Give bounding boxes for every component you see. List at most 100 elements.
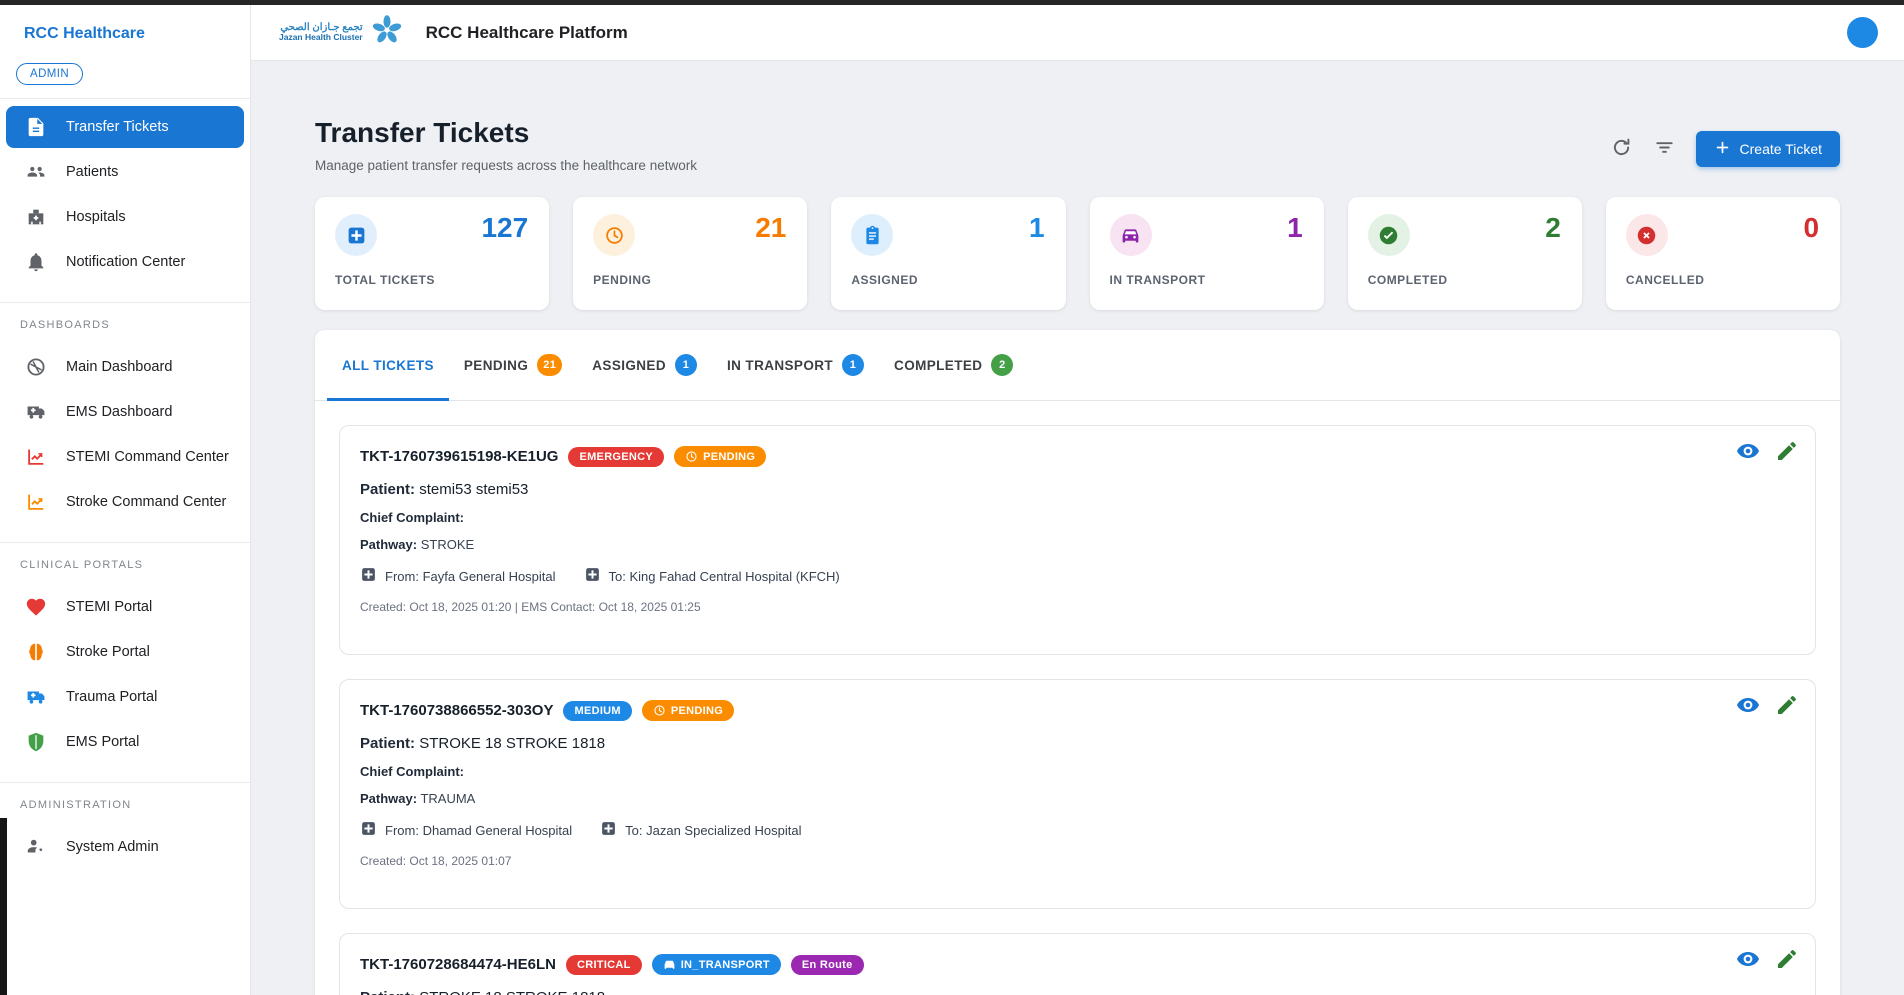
sidebar-item-trauma-portal[interactable]: Trauma Portal (6, 676, 244, 718)
sidebar-item-ems-portal[interactable]: EMS Portal (6, 721, 244, 763)
tab-label: PENDING (464, 358, 528, 373)
sidebar-item-stroke-portal[interactable]: Stroke Portal (6, 631, 244, 673)
ticket-badge-pending: PENDING (642, 700, 734, 721)
sidebar-item-transfer-tickets[interactable]: Transfer Tickets (6, 106, 244, 148)
ticket-card: TKT-1760739615198-KE1UGEMERGENCYPENDINGP… (339, 425, 1816, 655)
tab-label: IN TRANSPORT (727, 358, 833, 373)
ticket-badge-in-transport: IN_TRANSPORT (652, 954, 781, 975)
field-label: Chief Complaint: (360, 510, 464, 525)
chart-icon (25, 446, 47, 468)
stat-icon-circle (335, 214, 377, 256)
ticket-actions (1736, 439, 1799, 466)
sidebar-section-title: DASHBOARDS (0, 303, 250, 339)
sidebar-item-label: EMS Dashboard (66, 402, 172, 423)
sidebar-item-notification-center[interactable]: Notification Center (6, 241, 244, 283)
hospital-plus-icon (360, 566, 377, 583)
sidebar-item-label: Patients (66, 162, 118, 183)
edit-icon (1775, 693, 1799, 717)
sidebar-item-stroke-command-center[interactable]: Stroke Command Center (6, 481, 244, 523)
hospital-plus-icon (584, 566, 601, 583)
hospital-plus-icon (600, 820, 617, 837)
sidebar-item-stemi-portal[interactable]: STEMI Portal (6, 586, 244, 628)
field-value: STROKE (421, 537, 474, 552)
view-ticket-button[interactable] (1736, 693, 1760, 720)
field-label: From: (385, 569, 419, 584)
field-label: Pathway: (360, 537, 417, 552)
hospital-text: To: Jazan Specialized Hospital (625, 823, 801, 838)
view-ticket-button[interactable] (1736, 439, 1760, 466)
flower-logo-icon (370, 13, 404, 52)
top-header: تجمع جـازان الصحي Jazan Health Cluster R… (251, 0, 1904, 61)
tab-completed[interactable]: COMPLETED2 (879, 330, 1028, 400)
tab-pending[interactable]: PENDING21 (449, 330, 577, 400)
eye-icon (1736, 947, 1760, 971)
ticket-head: TKT-1760738866552-303OYMEDIUMPENDING (360, 700, 1795, 721)
sidebar-item-hospitals[interactable]: Hospitals (6, 196, 244, 238)
ticket-actions (1736, 693, 1799, 720)
eye-icon (1736, 693, 1760, 717)
tab-all-tickets[interactable]: ALL TICKETS (327, 330, 449, 400)
sidebar-section-title: CLINICAL PORTALS (0, 543, 250, 579)
stat-value: 21 (755, 212, 786, 244)
field-value: Fayfa General Hospital (423, 569, 556, 584)
sidebar-section-title: ADMINISTRATION (0, 783, 250, 819)
tab-label: ALL TICKETS (342, 358, 434, 373)
meta-row: Chief Complaint: (360, 510, 1795, 525)
filter-button[interactable] (1653, 136, 1676, 162)
sidebar-item-label: Notification Center (66, 252, 185, 273)
shield-icon (25, 731, 47, 753)
sidebar-item-main-dashboard[interactable]: Main Dashboard (6, 346, 244, 388)
role-badge: ADMIN (16, 63, 83, 85)
eye-icon (1736, 439, 1760, 463)
car-icon (1120, 225, 1141, 246)
org-logo: تجمع جـازان الصحي Jazan Health Cluster (279, 13, 404, 52)
create-ticket-label: Create Ticket (1740, 141, 1822, 157)
page-app-title: RCC Healthcare Platform (426, 23, 628, 43)
field-value: Dhamad General Hospital (423, 823, 573, 838)
tab-label: ASSIGNED (592, 358, 666, 373)
refresh-icon (1610, 147, 1633, 162)
sidebar-item-stemi-command-center[interactable]: STEMI Command Center (6, 436, 244, 478)
app-root: RCC Healthcare ADMIN Transfer TicketsPat… (0, 0, 1904, 995)
sidebar-item-system-admin[interactable]: System Admin (6, 826, 244, 868)
edit-ticket-button[interactable] (1775, 947, 1799, 974)
view-ticket-button[interactable] (1736, 947, 1760, 974)
hospital-plus-icon (346, 225, 367, 246)
filter-icon (1653, 147, 1676, 162)
stat-card-in-transport: 1IN TRANSPORT (1090, 197, 1324, 310)
edit-ticket-button[interactable] (1775, 439, 1799, 466)
clock-icon (604, 225, 625, 246)
stat-label: COMPLETED (1368, 273, 1562, 287)
sidebar-section: System Admin (0, 819, 250, 873)
sidebar-item-label: STEMI Command Center (66, 447, 229, 468)
meta-row: Pathway: TRAUMA (360, 791, 1795, 806)
stat-card-completed: 2 COMPLETED (1348, 197, 1582, 310)
tab-count-badge: 1 (675, 354, 697, 376)
badge-label: MEDIUM (574, 705, 620, 717)
stat-value: 2 (1545, 212, 1561, 244)
tab-in-transport[interactable]: IN TRANSPORT1 (712, 330, 879, 400)
sidebar-item-label: Stroke Portal (66, 642, 150, 663)
sidebar-item-patients[interactable]: Patients (6, 151, 244, 193)
edit-icon (1775, 947, 1799, 971)
badge-label: CRITICAL (577, 959, 631, 971)
tab-assigned[interactable]: ASSIGNED 1 (577, 330, 712, 400)
sidebar-item-ems-dashboard[interactable]: EMS Dashboard (6, 391, 244, 433)
field-value: King Fahad Central Hospital (KFCH) (630, 569, 840, 584)
badge-label: IN_TRANSPORT (681, 959, 770, 971)
edit-ticket-button[interactable] (1775, 693, 1799, 720)
page-head-text: Transfer Tickets Manage patient transfer… (315, 117, 697, 173)
plus-icon (1714, 139, 1731, 159)
stat-icon-circle (1368, 214, 1410, 256)
sidebar-item-label: EMS Portal (66, 732, 139, 753)
create-ticket-button[interactable]: Create Ticket (1696, 131, 1840, 167)
ticket-badge-emergency: EMERGENCY (568, 447, 664, 467)
ticket-actions (1736, 947, 1799, 974)
plus-icon (1714, 139, 1731, 156)
user-avatar[interactable] (1847, 17, 1878, 48)
to-hospital: To: Jazan Specialized Hospital (600, 820, 801, 840)
ticket-badge-pending: PENDING (674, 446, 766, 467)
stat-icon-circle (851, 214, 893, 256)
field-label: Chief Complaint: (360, 764, 464, 779)
refresh-button[interactable] (1610, 136, 1633, 162)
